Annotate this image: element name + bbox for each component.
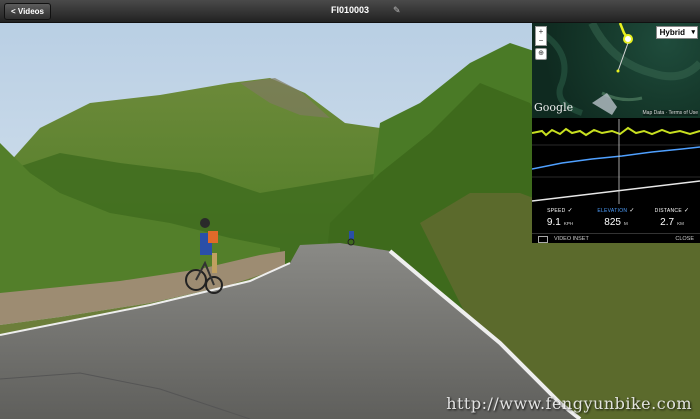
map-type-value: Hybrid — [659, 28, 685, 37]
telemetry-graphs[interactable] — [531, 119, 700, 204]
compass-icon[interactable]: ⊕ — [535, 48, 547, 60]
watermark: http://www.fengyunbike.com — [446, 394, 692, 413]
close-button[interactable]: CLOSE — [675, 234, 694, 244]
video-inset-bar: VIDEO INSET CLOSE — [532, 233, 700, 244]
elevation-value: 825 — [604, 217, 621, 228]
zoom-control[interactable]: + − — [535, 26, 547, 46]
distance-stat[interactable]: DISTANCE ✓ 2.7 KM — [644, 207, 700, 228]
distance-value: 2.7 — [660, 217, 675, 228]
map-type-select[interactable]: Hybrid ▾ — [655, 26, 698, 39]
elevation-graph — [531, 146, 700, 170]
zoom-in-button[interactable]: + — [536, 27, 546, 36]
map-attribution[interactable]: Map Data · Terms of Use — [642, 110, 698, 116]
distance-unit: KM — [677, 221, 684, 226]
google-logo: Google — [534, 101, 574, 114]
speed-stat[interactable]: SPEED ✓ 9.1 KPH — [532, 207, 588, 228]
speed-graph — [531, 126, 700, 137]
check-icon: ✓ — [683, 208, 690, 214]
stats-row: SPEED ✓ 9.1 KPH ELEVATION ✓ 825 M DISTANCE ✓ … — [532, 205, 700, 233]
elevation-unit: M — [623, 221, 628, 226]
position-marker — [623, 34, 633, 44]
check-icon: ✓ — [567, 208, 573, 214]
speed-unit: KPH — [563, 221, 574, 226]
zoom-out-button[interactable]: − — [536, 36, 546, 45]
distance-label: DISTANCE — [654, 208, 682, 214]
video-title: FI010003 — [330, 5, 370, 15]
distance-graph — [531, 180, 700, 202]
telemetry-panel: + − ⊕ Hybrid ▾ Google Map Data · Terms o… — [531, 23, 700, 244]
video-inset-icon[interactable] — [538, 236, 548, 243]
map-view[interactable]: + − ⊕ Hybrid ▾ Google Map Data · Terms o… — [532, 23, 700, 118]
check-icon: ✓ — [629, 208, 635, 214]
speed-value: 9.1 — [546, 217, 561, 228]
chevron-down-icon: ▾ — [691, 29, 695, 36]
pencil-icon[interactable]: ✎ — [393, 5, 401, 16]
top-bar: < Videos FI010003 ✎ — [0, 0, 700, 23]
elevation-label: ELEVATION — [597, 208, 628, 214]
video-inset-label[interactable]: VIDEO INSET — [554, 234, 589, 244]
elevation-stat[interactable]: ELEVATION ✓ 825 M — [588, 207, 644, 228]
speed-label: SPEED — [547, 208, 566, 214]
